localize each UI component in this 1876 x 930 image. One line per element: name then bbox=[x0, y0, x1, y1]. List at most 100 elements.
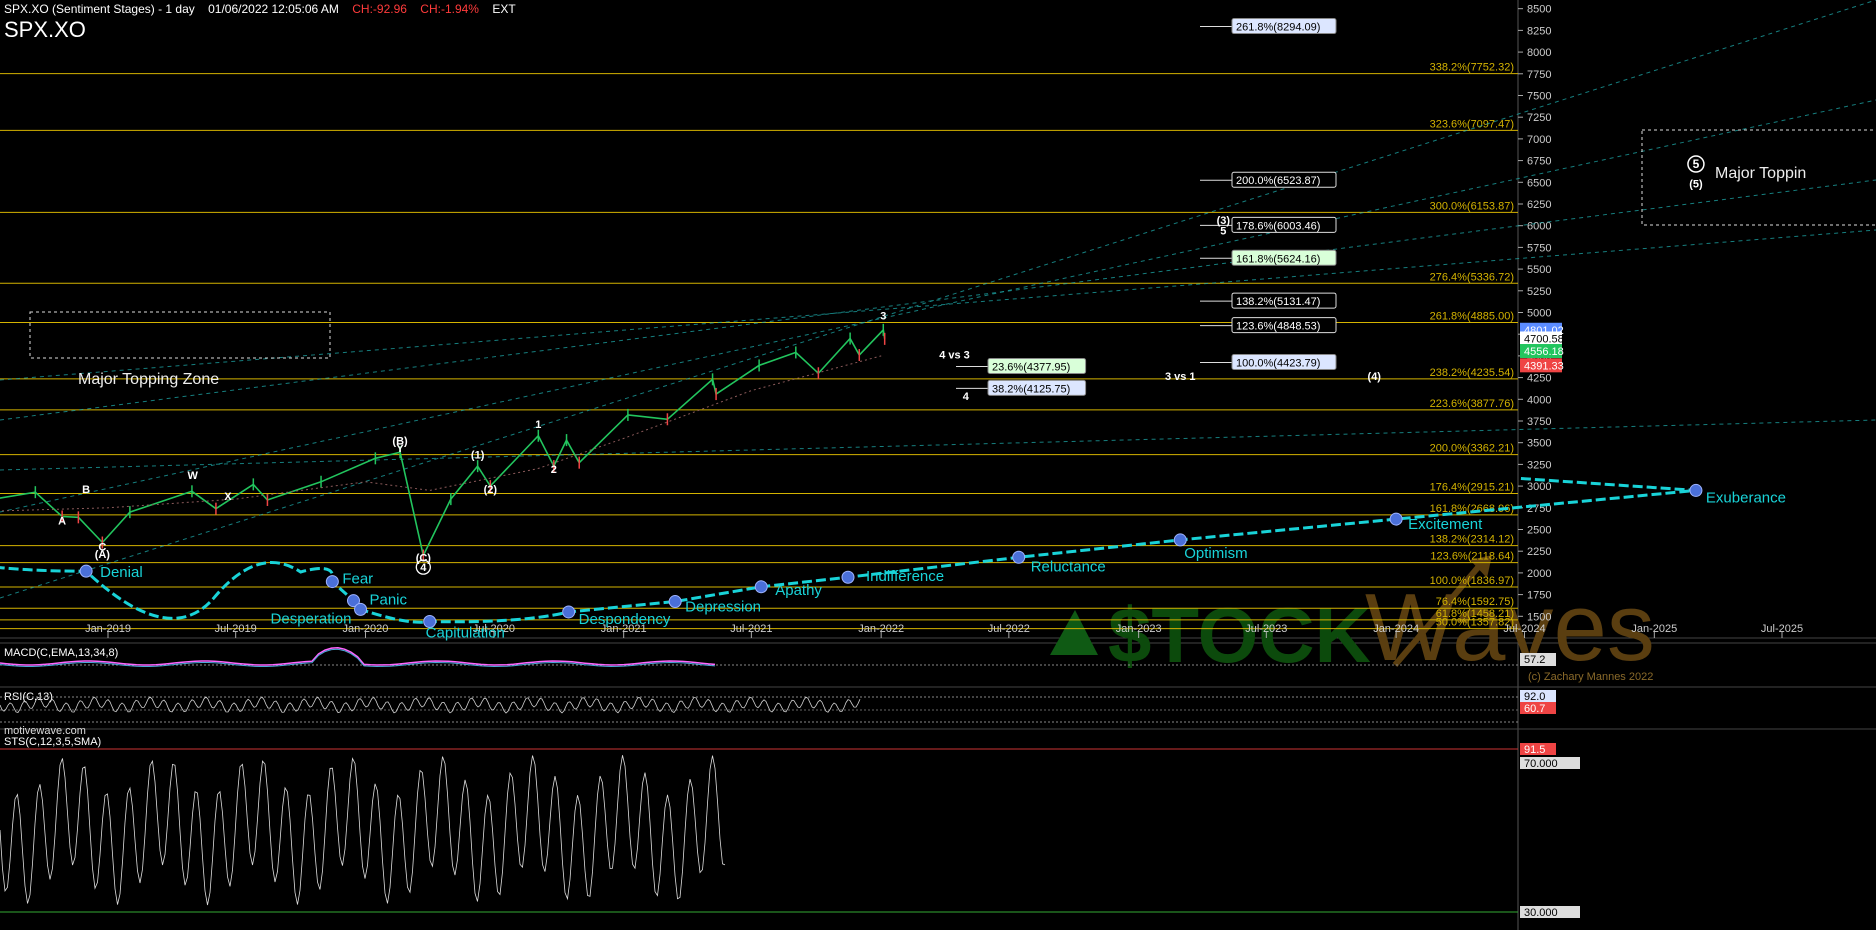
wave-label: B bbox=[82, 484, 90, 496]
sentiment-stage-marker bbox=[668, 595, 682, 609]
x-tick-label: Jan-2022 bbox=[858, 623, 904, 635]
y-tick-label: 5250 bbox=[1527, 286, 1551, 298]
footer-brand: motivewave.com bbox=[4, 725, 86, 737]
price-tag-label: 4556.18 bbox=[1524, 346, 1564, 358]
watermark-brand-left: $TOCK bbox=[1108, 591, 1371, 679]
fib-level-label: 76.4%(1592.75) bbox=[1436, 596, 1514, 608]
sentiment-stage-marker bbox=[354, 602, 368, 616]
wave-label: 4 vs 3 bbox=[939, 349, 970, 361]
rsi-line bbox=[0, 696, 861, 714]
x-tick-label: Jul-2024 bbox=[1503, 623, 1545, 635]
y-tick-label: 3000 bbox=[1527, 481, 1551, 493]
chart-datetime: 01/06/2022 12:05:06 AM bbox=[208, 2, 339, 16]
y-tick-label: 8500 bbox=[1527, 4, 1551, 16]
channel-line bbox=[0, 229, 1876, 381]
sentiment-stage-marker bbox=[841, 570, 855, 584]
stoch-line bbox=[0, 755, 726, 906]
x-tick-label: Jul-2022 bbox=[988, 623, 1030, 635]
fib-level-label: 223.6%(3877.76) bbox=[1430, 398, 1514, 410]
chart-session: EXT bbox=[492, 2, 516, 16]
wave-label: (4) bbox=[1368, 371, 1382, 383]
fib-box-label: 138.2%(5131.47) bbox=[1236, 296, 1320, 308]
sentiment-stage-label: Fear bbox=[342, 571, 373, 588]
fib-level-label: 138.2%(2314.12) bbox=[1430, 534, 1514, 546]
wave-label: (5) bbox=[1689, 178, 1703, 190]
sentiment-stage-marker bbox=[562, 605, 576, 619]
wave-label: 4 bbox=[963, 391, 970, 403]
channel-line bbox=[0, 179, 1876, 421]
sentiment-stage-label: Excitement bbox=[1408, 516, 1483, 533]
y-tick-label: 4000 bbox=[1527, 394, 1551, 406]
wave-label: Y bbox=[396, 443, 404, 455]
stoch-value-label: 91.5 bbox=[1524, 744, 1545, 756]
y-tick-label: 3500 bbox=[1527, 438, 1551, 450]
sentiment-stage-label: Indifference bbox=[866, 568, 944, 585]
chart-header: SPX.XO (Sentiment Stages) - 1 day 01/06/… bbox=[4, 2, 526, 16]
sentiment-stage-label: Capitulation bbox=[426, 625, 505, 642]
y-tick-label: 6250 bbox=[1527, 199, 1551, 211]
sentiment-stage-label: Panic bbox=[369, 592, 407, 609]
sentiment-stage-label: Desperation bbox=[271, 610, 352, 627]
y-tick-label: 7250 bbox=[1527, 112, 1551, 124]
x-tick-label: Jan-2025 bbox=[1631, 623, 1677, 635]
sentiment-stage-marker bbox=[79, 564, 93, 578]
y-tick-label: 7500 bbox=[1527, 90, 1551, 102]
y-tick-label: 8250 bbox=[1527, 25, 1551, 37]
rsi-value-bottom: 60.7 bbox=[1524, 703, 1545, 715]
fib-box-label: 100.0%(4423.79) bbox=[1236, 358, 1320, 370]
y-tick-label: 3750 bbox=[1527, 416, 1551, 428]
channel-line bbox=[0, 99, 1876, 513]
chart-change-pct: CH:-1.94% bbox=[420, 2, 479, 16]
zone-label-major-topping-right: Major Toppin bbox=[1715, 165, 1806, 182]
symbol-title: SPX.XO bbox=[4, 17, 86, 42]
sentiment-stage-label: Optimism bbox=[1184, 545, 1247, 562]
watermark-copyright: (c) Zachary Mannes 2022 bbox=[1528, 671, 1654, 683]
y-tick-label: 2250 bbox=[1527, 546, 1551, 558]
zone-label-major-topping: Major Topping Zone bbox=[78, 371, 219, 388]
price-tag-label: 4391.33 bbox=[1524, 360, 1564, 372]
wave-label: W bbox=[187, 470, 198, 482]
fib-level-label: 123.6%(2118.64) bbox=[1430, 551, 1514, 563]
wave-label: 1 bbox=[535, 419, 541, 431]
watermark-triangle-icon bbox=[1050, 610, 1098, 655]
chart-title: SPX.XO (Sentiment Stages) - 1 day bbox=[4, 2, 195, 16]
fib-box-label: 261.8%(8294.09) bbox=[1236, 22, 1320, 34]
x-tick-label: Jan-2019 bbox=[85, 623, 131, 635]
fib-box-label: 23.6%(4377.95) bbox=[992, 361, 1070, 373]
topping-zone-box bbox=[29, 311, 331, 359]
channel-line bbox=[0, 419, 1876, 471]
chart-change: CH:-92.96 bbox=[352, 2, 407, 16]
y-tick-label: 6750 bbox=[1527, 156, 1551, 168]
x-tick-label: Jul-2019 bbox=[215, 623, 257, 635]
fib-level-label: 200.0%(3362.21) bbox=[1430, 443, 1514, 455]
sentiment-stage-label: Denial bbox=[100, 564, 143, 581]
chart-canvas[interactable]: $TOCKWaves338.2%(7752.32)323.6%(7097.47)… bbox=[0, 0, 1876, 930]
fib-box-label: 200.0%(6523.87) bbox=[1236, 175, 1320, 187]
fib-level-label: 176.4%(2915.21) bbox=[1430, 481, 1514, 493]
sentiment-stage-marker bbox=[754, 580, 768, 594]
wave-label: 3 bbox=[880, 310, 886, 322]
y-tick-label: 5000 bbox=[1527, 307, 1551, 319]
y-tick-label: 2000 bbox=[1527, 568, 1551, 580]
price-tag-label: 4700.58 bbox=[1524, 333, 1564, 345]
wave-label: (A) bbox=[95, 549, 111, 561]
y-tick-label: 7000 bbox=[1527, 134, 1551, 146]
fib-level-label: 50.0%(1357.82) bbox=[1436, 617, 1514, 629]
stoch-label: STS(C,12,3,5,SMA) bbox=[4, 736, 101, 748]
macd-label: MACD(C,EMA,13,34,8) bbox=[4, 647, 118, 659]
sentiment-stage-marker bbox=[325, 575, 339, 589]
fib-level-label: 300.0%(6153.87) bbox=[1430, 200, 1514, 212]
wave-label: (1) bbox=[471, 449, 485, 461]
fib-level-label: 276.4%(5336.72) bbox=[1430, 271, 1514, 283]
fib-box-label: 123.6%(4848.53) bbox=[1236, 321, 1320, 333]
stoch-level-label-bottom: 30.000 bbox=[1524, 907, 1558, 919]
sentiment-stage-label: Exuberance bbox=[1706, 489, 1786, 506]
sentiment-stage-label: Reluctance bbox=[1031, 558, 1106, 575]
x-tick-label: Jul-2025 bbox=[1761, 623, 1803, 635]
y-tick-label: 7750 bbox=[1527, 69, 1551, 81]
y-tick-label: 3250 bbox=[1527, 459, 1551, 471]
sentiment-stage-marker bbox=[1689, 483, 1703, 497]
fib-box-label: 178.6%(6003.46) bbox=[1236, 220, 1320, 232]
sentiment-stage-marker bbox=[1012, 550, 1026, 564]
wave-label: A bbox=[58, 515, 66, 527]
